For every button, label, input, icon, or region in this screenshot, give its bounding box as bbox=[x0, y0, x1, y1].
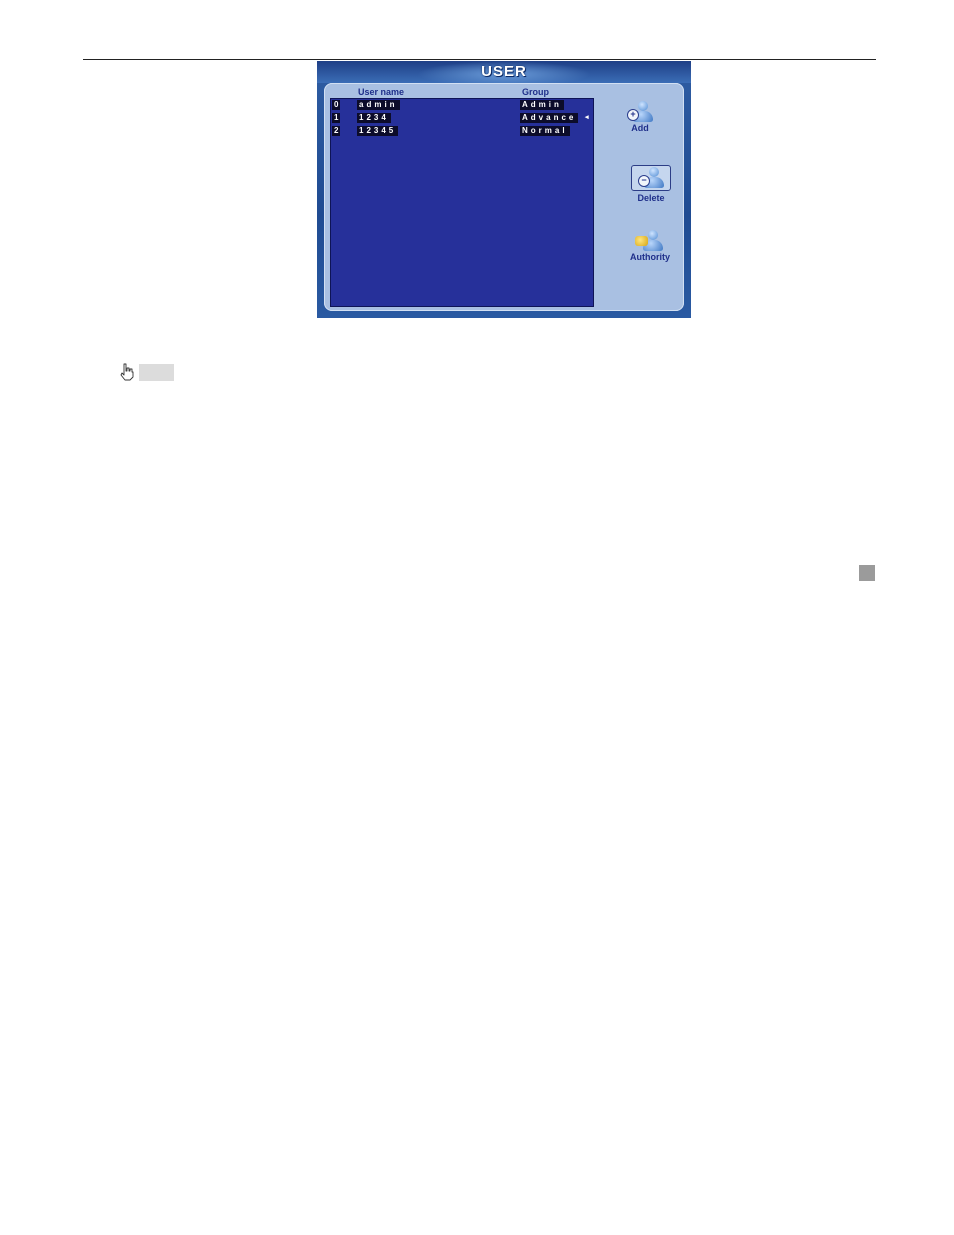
group-dropdown-arrow-icon[interactable]: ◂ bbox=[585, 113, 589, 123]
row-group: Advance bbox=[520, 113, 579, 123]
row-index: 2 bbox=[332, 126, 341, 136]
row-user-name: 1234 bbox=[357, 113, 391, 123]
user-row-1234[interactable]: 1 1234 Advance ◂ bbox=[331, 113, 593, 124]
row-user-name: admin bbox=[357, 100, 400, 110]
row-group: Admin bbox=[520, 100, 564, 110]
delete-label: Delete bbox=[637, 193, 665, 203]
column-header-user-name: User name bbox=[358, 87, 405, 97]
add-user-icon: + bbox=[625, 101, 655, 123]
grey-square-marker bbox=[859, 565, 875, 581]
add-label: Add bbox=[631, 123, 649, 133]
row-index: 1 bbox=[332, 113, 341, 123]
top-rule bbox=[83, 59, 876, 60]
delete-user-button[interactable]: − Delete bbox=[621, 165, 681, 203]
row-group: Normal bbox=[520, 126, 570, 136]
grey-key-chip bbox=[139, 364, 174, 381]
authority-label: Authority bbox=[630, 252, 670, 262]
window-title: USER bbox=[481, 63, 527, 80]
user-row-12345[interactable]: 2 12345 Normal bbox=[331, 126, 593, 137]
user-panel: User name Group 0 admin Admin 1 1234 Adv… bbox=[324, 83, 684, 311]
authority-key-icon bbox=[635, 230, 665, 252]
row-user-name: 12345 bbox=[357, 126, 399, 136]
hand-pointer-icon bbox=[120, 363, 134, 381]
delete-user-icon: − bbox=[636, 167, 666, 189]
user-window: USER User name Group 0 admin Admin 1 123… bbox=[317, 61, 691, 318]
delete-button-frame: − bbox=[631, 165, 671, 191]
column-header-group: Group bbox=[522, 87, 549, 97]
user-row-admin[interactable]: 0 admin Admin bbox=[331, 100, 593, 111]
authority-button[interactable]: Authority bbox=[620, 230, 680, 262]
add-user-button[interactable]: + Add bbox=[620, 101, 660, 133]
row-index: 0 bbox=[332, 100, 341, 110]
user-list[interactable]: 0 admin Admin 1 1234 Advance ◂ 2 12345 N… bbox=[330, 98, 594, 307]
